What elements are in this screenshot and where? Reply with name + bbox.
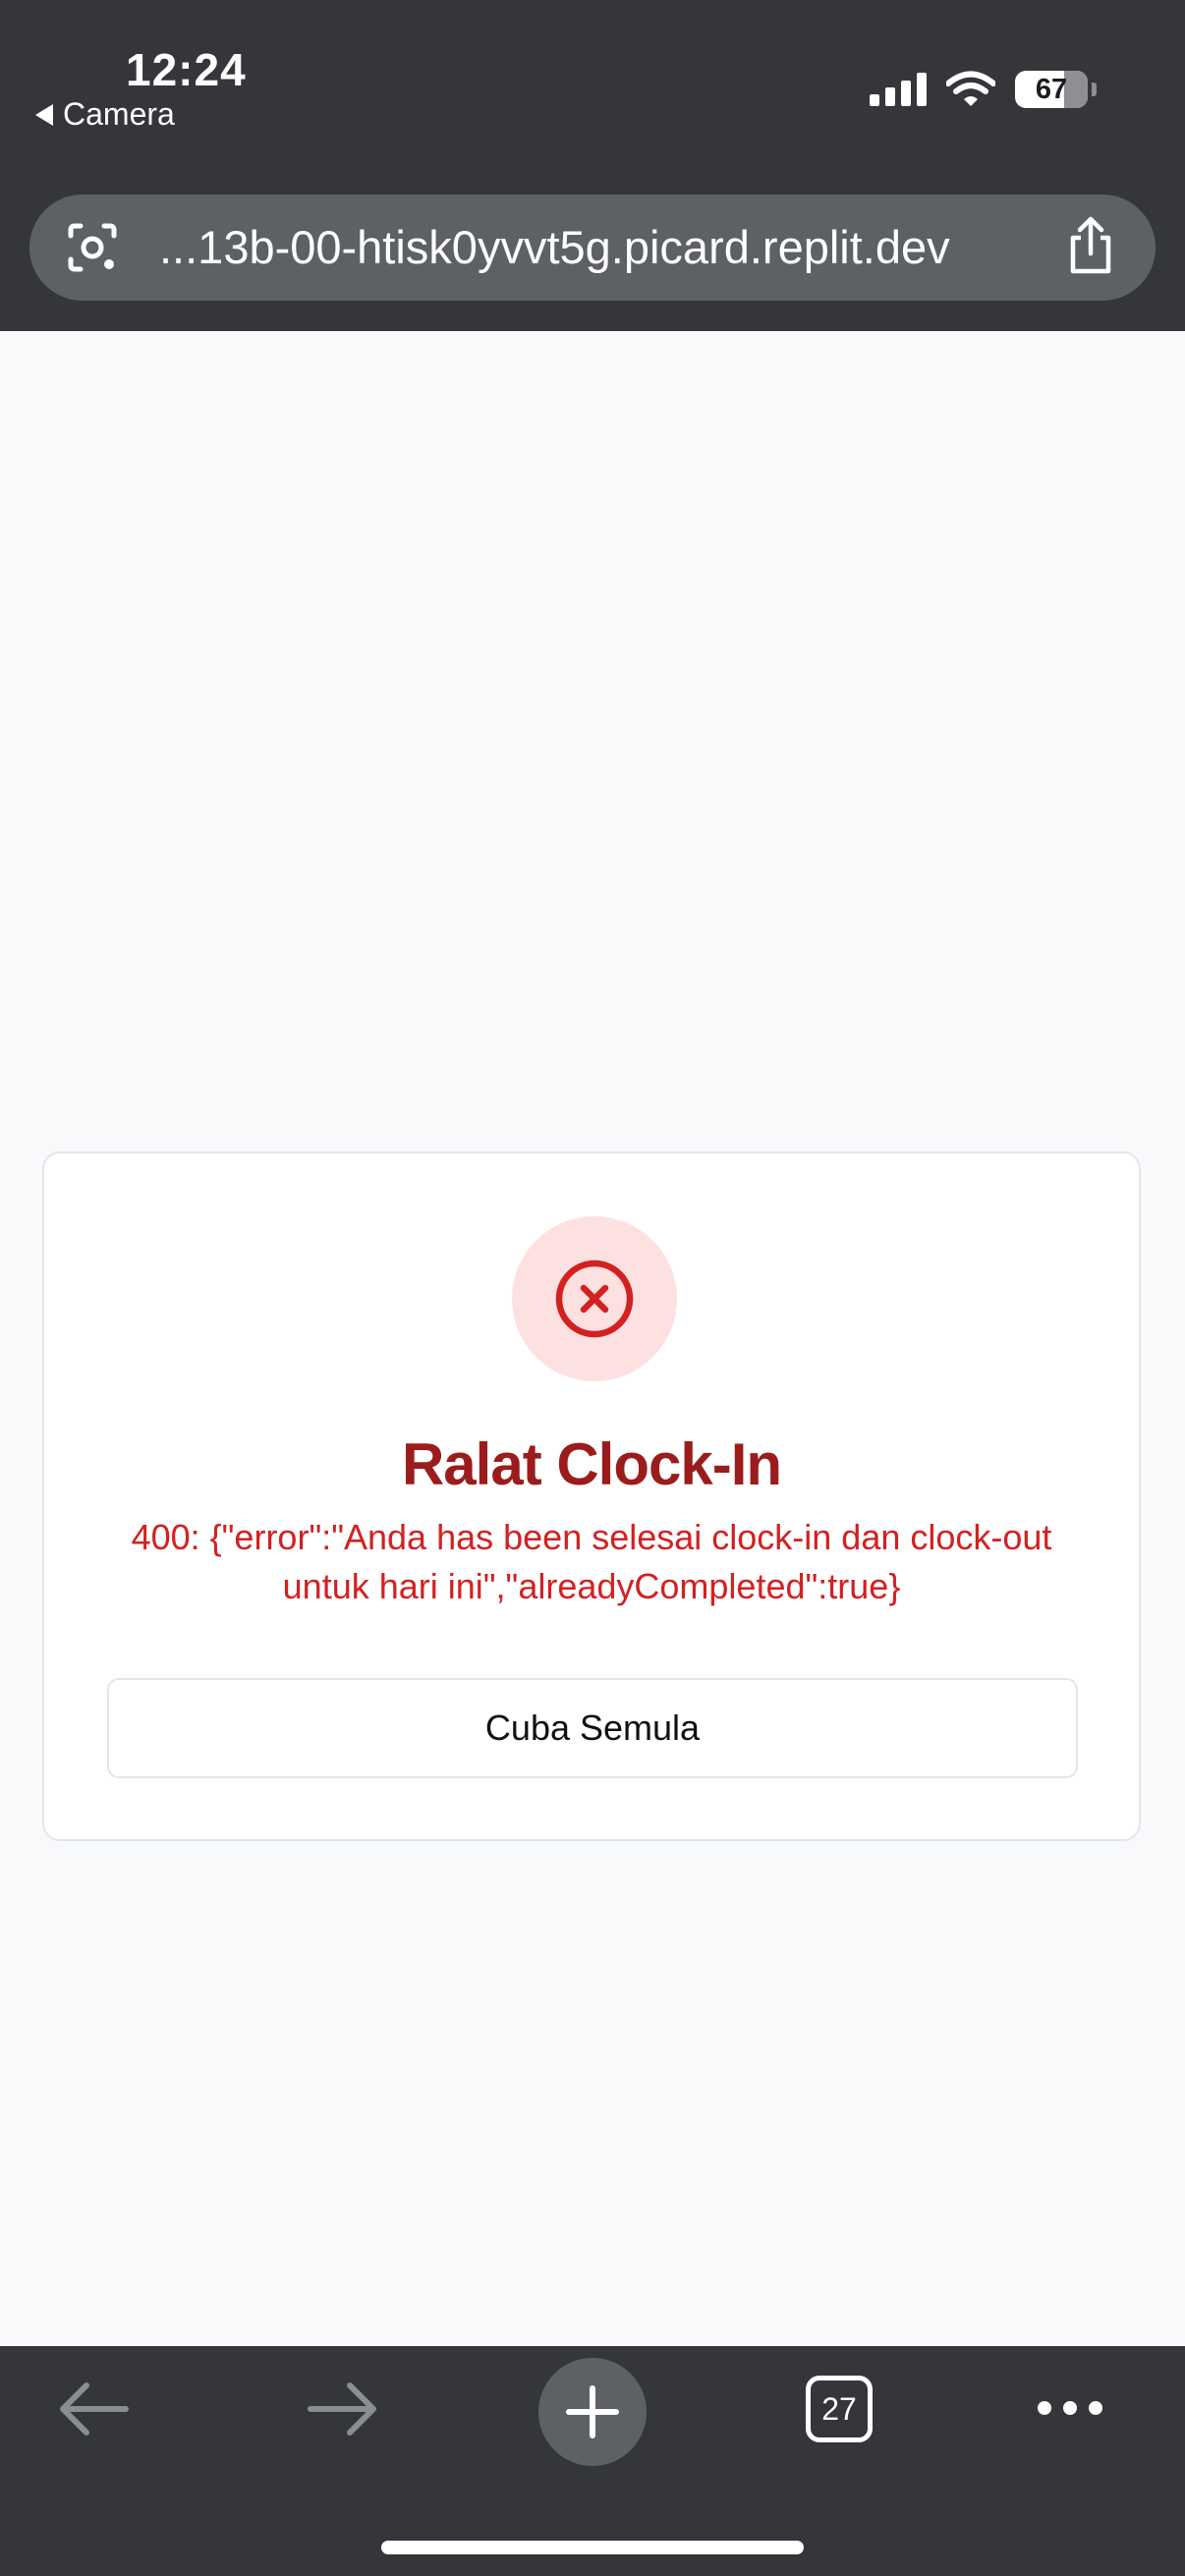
battery-indicator: 67	[1015, 71, 1088, 108]
more-menu-icon[interactable]	[1036, 2395, 1104, 2426]
signal-icon	[870, 73, 927, 106]
battery-level: 67	[1035, 73, 1068, 105]
forward-arrow-icon[interactable]	[307, 2381, 379, 2441]
error-title: Ralat Clock-In	[401, 1431, 782, 1497]
back-arrow-icon[interactable]	[57, 2381, 130, 2441]
error-card: Ralat Clock-In 400: {"error":"Anda has b…	[42, 1151, 1141, 1841]
status-icons: 67	[870, 71, 1097, 108]
url-text[interactable]: ...13b-00-htisk0yvvt5g.picard.replit.dev	[159, 220, 1083, 274]
back-triangle-icon	[35, 103, 53, 126]
new-tab-button[interactable]	[538, 2358, 647, 2466]
tab-switcher-button[interactable]: 27	[806, 2376, 873, 2442]
plus-icon	[566, 2385, 619, 2438]
page: 12:24 Camera 67 ...13b-00-htisk0yvvt5g.p…	[0, 0, 1185, 2576]
lens-search-icon[interactable]	[65, 220, 120, 280]
wifi-icon	[946, 71, 995, 106]
address-bar[interactable]: ...13b-00-htisk0yvvt5g.picard.replit.dev	[29, 195, 1156, 301]
browser-top-bar: 12:24 Camera 67 ...13b-00-htisk0yvvt5g.p…	[0, 0, 1185, 331]
error-message: 400: {"error":"Anda has been selesai clo…	[131, 1517, 1052, 1606]
home-indicator[interactable]	[381, 2541, 804, 2554]
error-badge	[512, 1216, 677, 1381]
battery-nub	[1092, 83, 1097, 96]
retry-button[interactable]: Cuba Semula	[107, 1678, 1078, 1778]
back-to-app-link[interactable]: Camera	[35, 96, 175, 133]
error-x-circle-icon	[555, 1260, 634, 1338]
status-time: 12:24	[126, 44, 247, 95]
share-icon[interactable]	[1065, 216, 1116, 280]
browser-bottom-toolbar: 27	[0, 2346, 1185, 2576]
back-app-label: Camera	[63, 96, 175, 132]
